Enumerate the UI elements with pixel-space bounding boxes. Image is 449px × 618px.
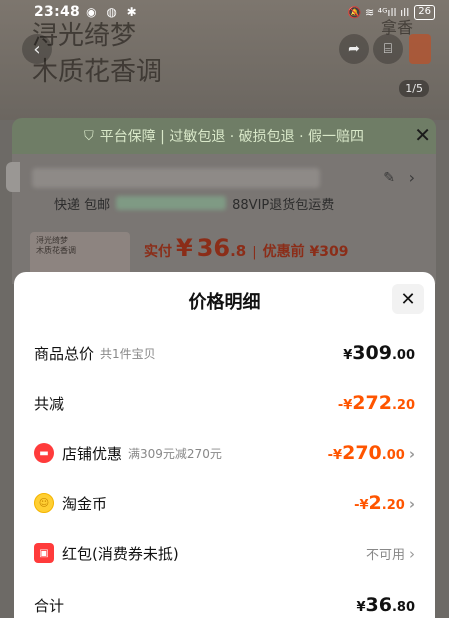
amount-dec: .00 [391,348,415,363]
vip-return-text: 88VIP退货包运费 [232,198,335,213]
row-sub: 共1件宝贝 [100,346,156,361]
address-blurred [32,168,320,188]
amount-int: 2 [368,492,382,514]
guarantee-bar: ⛉ 平台保障 | 过敏包退 · 破损包退 · 假一赔四 [12,118,436,154]
pay-separator: | [252,245,257,260]
amount-prefix: -¥ [337,398,353,413]
status-time: 23:48 [34,4,81,20]
pay-before-discount: 优惠前 ¥309 [262,244,349,260]
edit-icon[interactable]: ✎ [383,170,395,186]
row-label: 店铺优惠 [62,444,123,463]
amount-prefix: ¥ [343,348,353,363]
row-label: 淘金币 [62,494,108,513]
amount-int: 270 [342,442,382,464]
pay-summary: 实付 ¥ 36 .8 | 优惠前 ¥309 [144,234,348,262]
shop-icon: ▬ [34,443,54,463]
more-button[interactable] [409,34,431,64]
chevron-right-icon[interactable]: › [409,168,415,187]
sheet-title: 价格明细 [188,292,261,313]
guarantee-text: 平台保障 | 过敏包退 · 破损包退 · 假一赔四 [99,129,365,145]
shield-icon: ⛉ [83,128,94,144]
shipping-info: 快递 包邮 88VIP退货包运费 [54,194,334,213]
close-icon[interactable]: ✕ [414,124,431,146]
unavailable-text: 不可用 [365,547,405,563]
row-amount: -¥ 270.00 › [328,442,415,464]
pay-amount-int: 36 [196,234,231,262]
amount-dec: .20 [391,398,415,413]
amount-int: 272 [352,392,392,414]
cart-icon[interactable]: ⌸ [373,34,403,64]
row-taojinbi[interactable]: ☺ 淘金币 -¥ 2.20 › [34,488,415,518]
back-icon[interactable]: ‹ [22,34,52,64]
hero-product-text: 浔光绮梦 木质花香调 [32,18,162,90]
row-total-discount: 共减 -¥ 272.20 [34,388,415,418]
thumb-line-2: 木质花香调 [36,246,76,255]
side-tab[interactable] [6,162,20,192]
status-right-icons: 🔕 ≋ ⁴ᴳıll ıll 26 [347,4,435,20]
row-label: 合计 [34,596,65,615]
row-red-packet[interactable]: ▣ 红包(消费券未抵) 不可用 › [34,538,415,568]
hero-line-2: 木质花香调 [32,57,163,87]
amount-int: 36 [365,594,392,616]
row-amount: -¥ 2.20 › [354,492,415,514]
row-amount: ¥36.80 [356,594,415,616]
signal-icons: 🔕 ≋ ⁴ᴳıll ıll [347,5,410,19]
close-icon[interactable]: ✕ [392,284,424,314]
amount-dec: .00 [381,448,405,463]
row-label: 共减 [34,394,65,413]
chevron-right-icon: › [408,495,415,513]
row-label: 红包(消费券未抵) [62,544,179,563]
shipping-label: 快递 包邮 [54,198,111,213]
row-grand-total: 合计 ¥36.80 [34,590,415,618]
row-amount: -¥ 272.20 [338,392,415,414]
amount-prefix: ¥ [356,600,366,615]
amount-int: 309 [352,342,392,364]
shipping-blurred [116,196,227,210]
coin-icon: ☺ [34,493,54,513]
chevron-right-icon: › [409,544,415,563]
row-label: 商品总价 [34,344,95,363]
row-value: 不可用 › [366,544,415,563]
thumb-line-1: 浔光绮梦 [36,236,68,245]
status-bar: 23:48 ◉ ◍ ✱ 🔕 ≋ ⁴ᴳıll ıll 26 [0,0,449,24]
price-detail-sheet: 价格明细 ✕ 商品总价 共1件宝贝 ¥309.00 共减 -¥ 272.20 ▬ … [14,272,435,618]
image-page-counter: 1/5 [399,80,429,97]
pay-amount-dec: .8 [230,242,247,260]
row-goods-total: 商品总价 共1件宝贝 ¥309.00 [34,338,415,368]
pay-label: 实付 [144,244,172,260]
amount-dec: .80 [391,600,415,615]
row-shop-discount[interactable]: ▬ 店铺优惠 满309元减270元 -¥ 270.00 › [34,438,415,468]
chevron-right-icon: › [408,445,415,463]
pay-currency: ¥ [176,234,193,262]
amount-dec: .20 [381,498,405,513]
red-packet-icon: ▣ [34,543,54,563]
battery-icon: 26 [414,4,435,20]
amount-prefix: -¥ [354,498,369,513]
row-sub: 满309元减270元 [128,446,222,461]
share-icon[interactable]: ➦ [339,34,369,64]
status-left-icons: ◉ ◍ ✱ [86,5,140,19]
row-amount: ¥309.00 [343,342,415,364]
amount-prefix: -¥ [327,448,343,463]
